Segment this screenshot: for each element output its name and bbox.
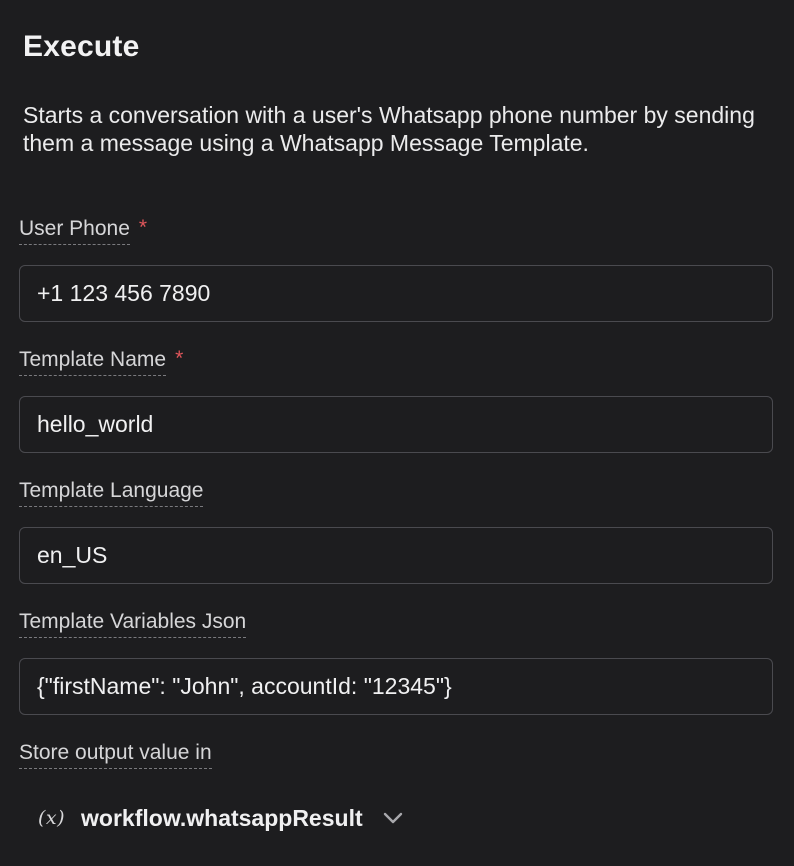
user-phone-label: User Phone *: [19, 216, 147, 245]
template-name-input[interactable]: hello_world: [19, 396, 773, 453]
template-language-value: en_US: [37, 542, 108, 568]
page-description: Starts a conversation with a user's What…: [23, 102, 755, 156]
store-output-label: Store output value in: [19, 740, 212, 769]
page-title: Execute: [23, 30, 140, 63]
required-marker: *: [138, 216, 148, 239]
execute-panel: Execute Starts a conversation with a use…: [0, 0, 794, 866]
template-name-value: hello_world: [37, 411, 154, 437]
required-marker: *: [175, 347, 184, 370]
user-phone-value: +1 123 456 7890: [37, 280, 211, 306]
template-language-label-text: Template Language: [19, 478, 204, 507]
store-output-label-text: Store output value in: [19, 740, 212, 769]
output-variable-selector[interactable]: (x) workflow.whatsappResult: [38, 800, 403, 836]
output-variable-value: workflow.whatsappResult: [81, 804, 363, 831]
template-name-label: Template Name *: [19, 347, 183, 376]
chevron-down-icon[interactable]: [383, 808, 403, 828]
user-phone-input[interactable]: +1 123 456 7890: [19, 265, 773, 322]
template-variables-json-label: Template Variables Json: [19, 609, 247, 638]
template-language-label: Template Language: [19, 478, 204, 507]
template-variables-json-label-text: Template Variables Json: [19, 609, 247, 638]
template-variables-json-input[interactable]: {"firstName": "John", accountId: "12345"…: [19, 658, 773, 715]
template-name-label-text: Template Name: [19, 347, 167, 376]
template-variables-json-value: {"firstName": "John", accountId: "12345"…: [37, 673, 452, 699]
user-phone-label-text: User Phone: [19, 216, 130, 245]
template-language-input[interactable]: en_US: [19, 527, 773, 584]
variable-icon: (x): [38, 807, 66, 829]
